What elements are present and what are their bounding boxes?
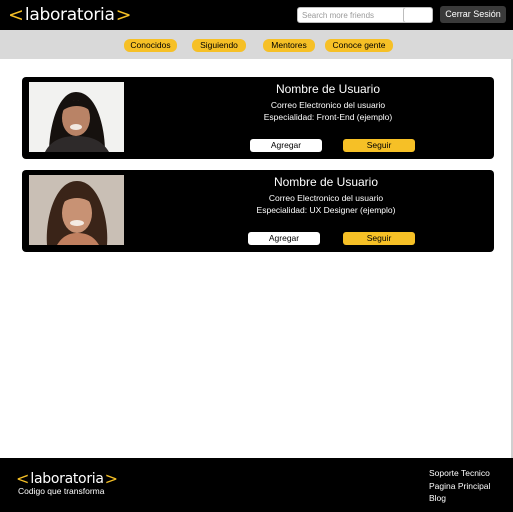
search-button[interactable]	[403, 7, 433, 23]
user-card: Nombre de Usuario Correo Electronico del…	[22, 170, 494, 252]
user-avatar-image	[29, 82, 124, 152]
add-friend-button[interactable]: Agregar	[250, 139, 322, 152]
nav-bar	[0, 30, 513, 59]
follow-button[interactable]: Seguir	[343, 139, 415, 152]
user-name[interactable]: Nombre de Usuario	[206, 175, 446, 189]
user-specialty: Especialidad: UX Designer (ejemplo)	[256, 205, 396, 215]
user-name[interactable]: Nombre de Usuario	[208, 82, 448, 96]
nav-tab-conoce-gente[interactable]: Conoce gente	[325, 39, 393, 52]
logo-right-bracket: >	[115, 3, 132, 26]
logo-wordmark: laboratoria	[24, 4, 115, 25]
brand-logo[interactable]: < laboratoria >	[8, 3, 131, 27]
user-photo	[29, 82, 124, 152]
user-email: Correo Electronico del usuario	[270, 100, 386, 110]
user-photo	[29, 175, 124, 245]
add-friend-button[interactable]: Agregar	[248, 232, 320, 245]
logout-button[interactable]: Cerrar Sesión	[440, 6, 506, 23]
follow-button[interactable]: Seguir	[343, 232, 415, 245]
footer-logo-right-bracket: >	[104, 469, 119, 488]
top-header: < laboratoria > Cerrar Sesión	[0, 0, 513, 30]
nav-tab-siguiendo[interactable]: Siguiendo	[192, 39, 246, 52]
user-email: Correo Electronico del usuario	[268, 193, 384, 203]
footer-logo-wordmark: laboratoria	[30, 471, 104, 487]
footer-link-blog[interactable]: Blog	[429, 493, 446, 503]
footer-link-soporte[interactable]: Soporte Tecnico	[429, 468, 490, 478]
page-footer: < laboratoria > Codigo que transforma So…	[0, 458, 513, 512]
user-card: Nombre de Usuario Correo Electronico del…	[22, 77, 494, 159]
nav-tab-conocidos[interactable]: Conocidos	[124, 39, 177, 52]
footer-tagline: Codigo que transforma	[18, 486, 105, 496]
footer-logo-left-bracket: <	[16, 469, 30, 488]
nav-tab-mentores[interactable]: Mentores	[263, 39, 315, 52]
user-avatar-image	[29, 175, 124, 245]
user-specialty: Especialidad: Front-End (ejemplo)	[263, 112, 393, 122]
search-friends-input[interactable]	[297, 7, 411, 23]
footer-link-pagina-principal[interactable]: Pagina Principal	[429, 481, 490, 491]
logo-left-bracket: <	[8, 3, 24, 26]
